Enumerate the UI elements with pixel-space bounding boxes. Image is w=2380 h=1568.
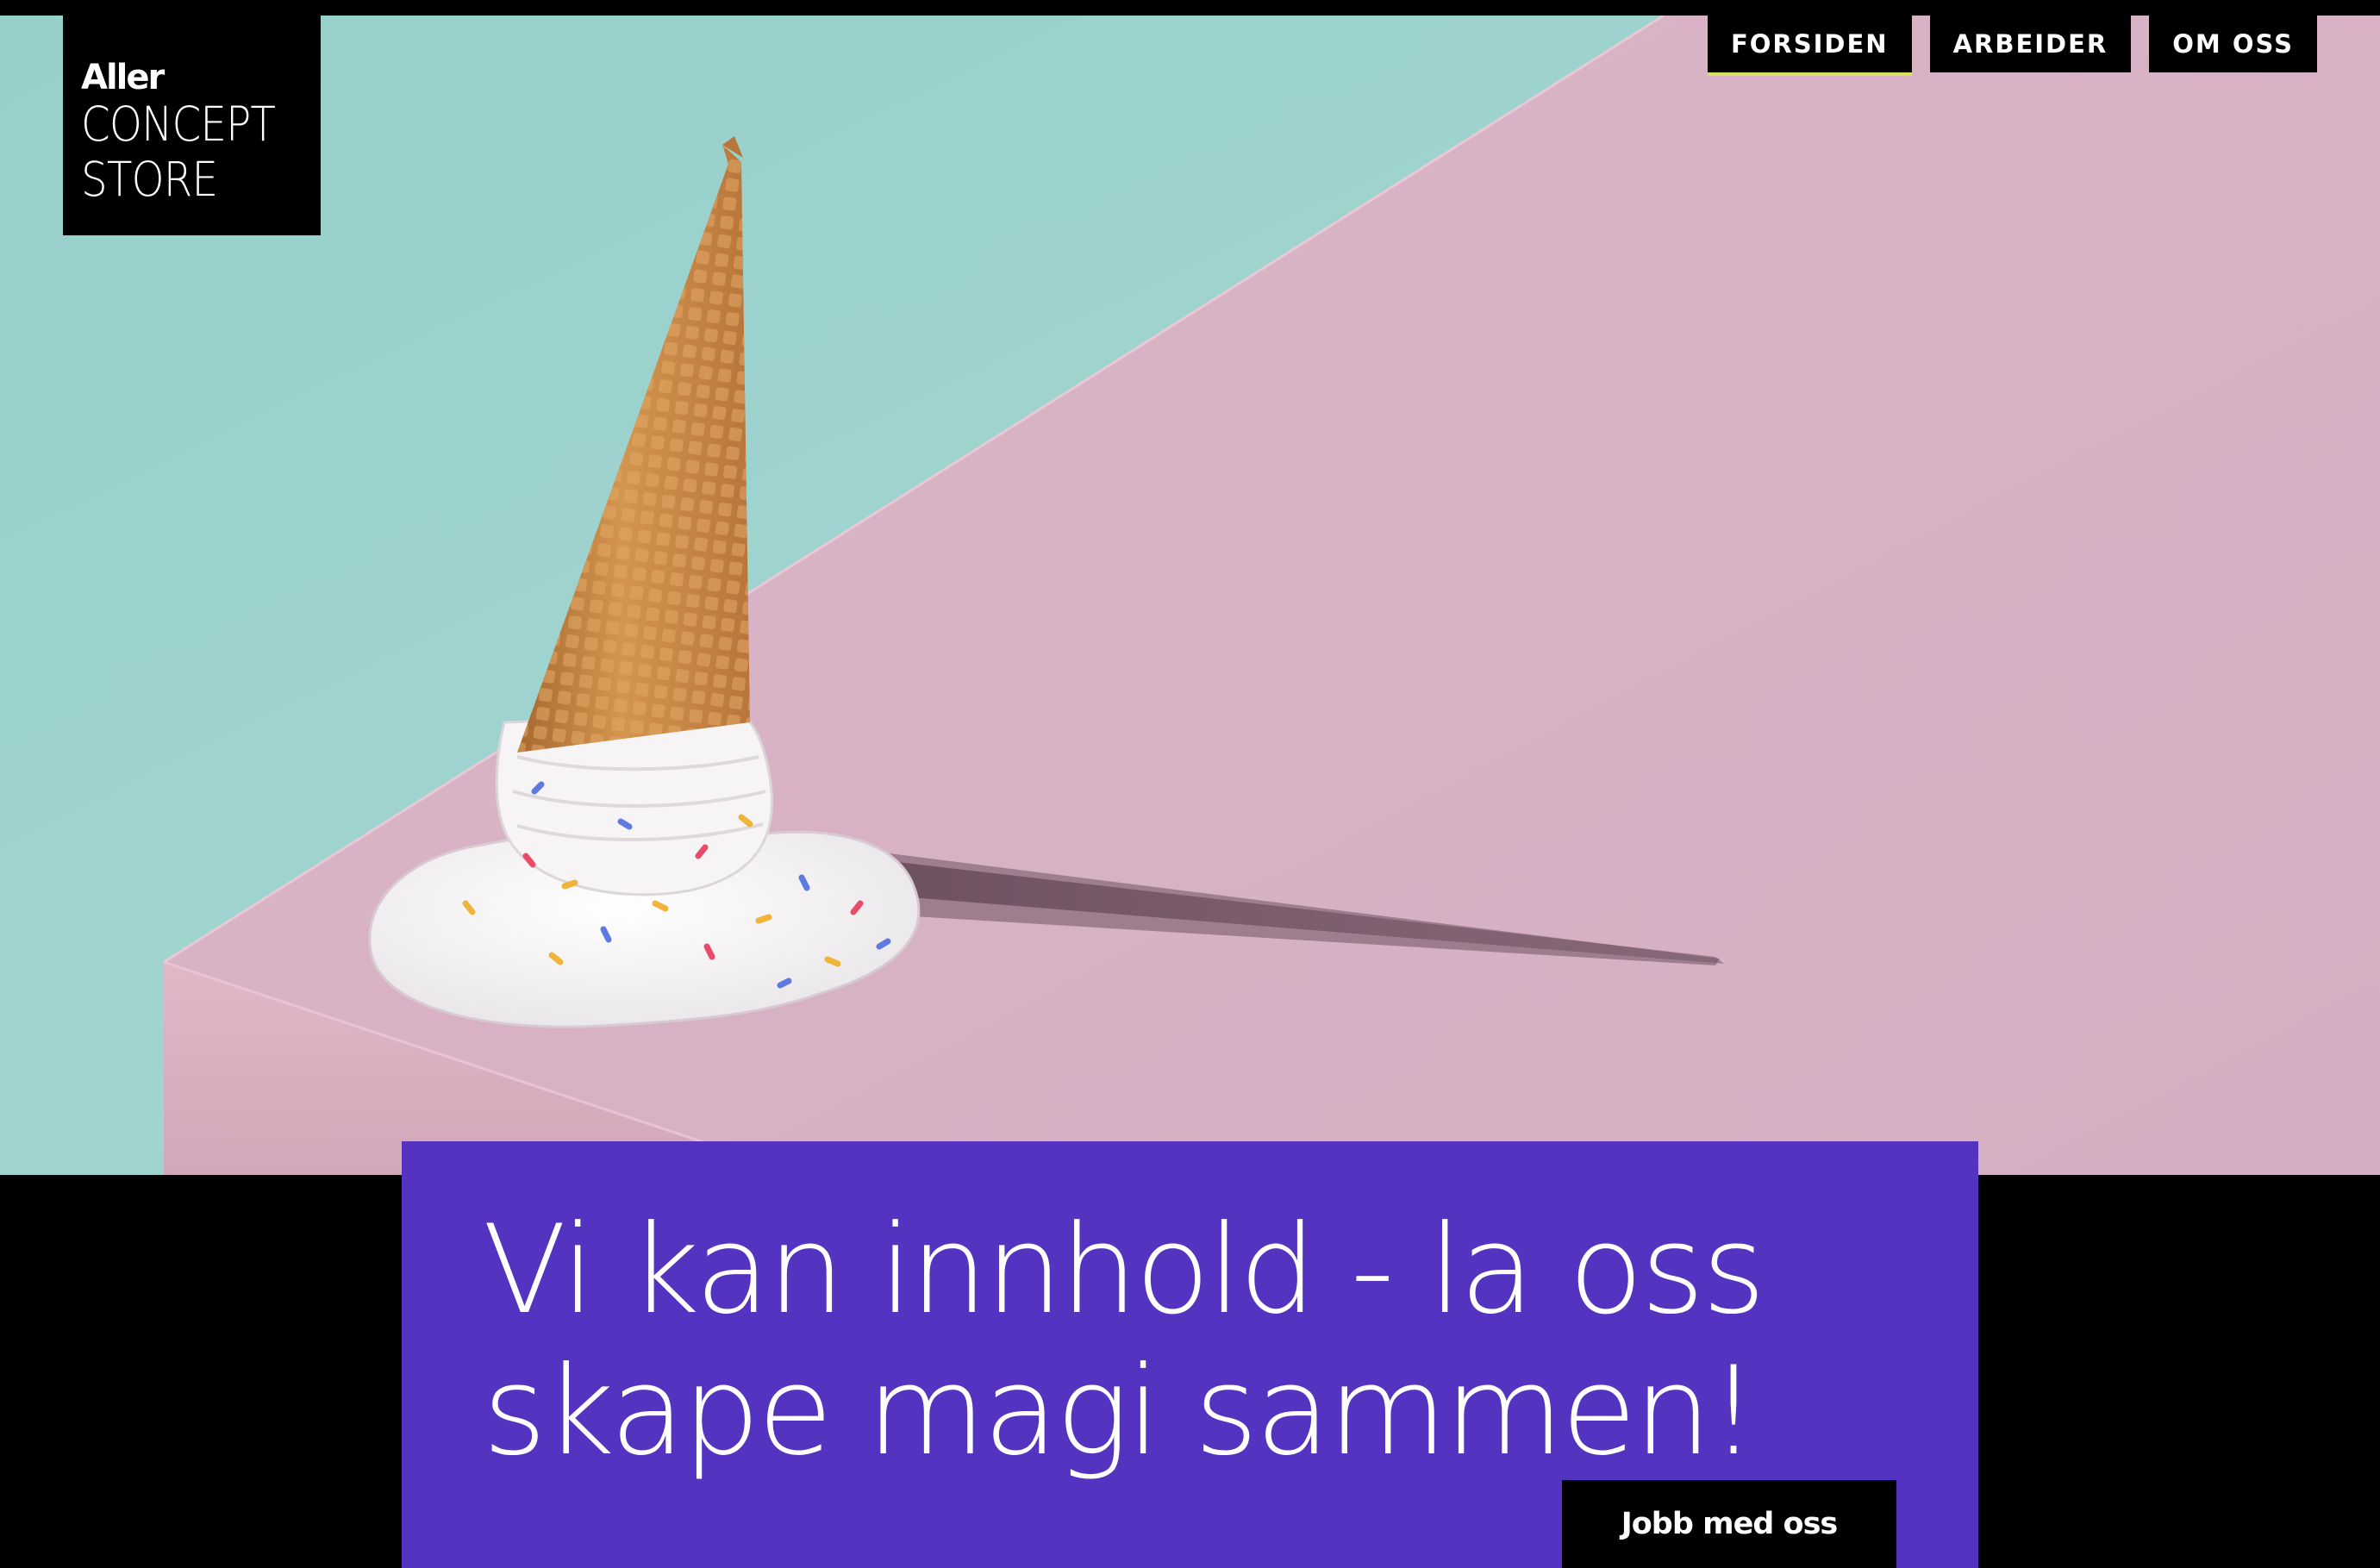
- hero-headline: Vi kan innhold - la oss skape magi samme…: [483, 1199, 1765, 1483]
- nav-item-arbeider[interactable]: ARBEIDER: [1929, 16, 2132, 72]
- main-nav: FORSIDEN ARBEIDER OM OSS: [1707, 16, 2317, 76]
- logo-line-store: STORE: [81, 152, 218, 207]
- ice-cream-illustration: [0, 16, 2380, 1175]
- work-with-us-button[interactable]: Jobb med oss: [1562, 1480, 1896, 1568]
- hero-headline-card: Vi kan innhold - la oss skape magi samme…: [402, 1141, 1978, 1568]
- logo-line-concept: CONCEPT: [81, 97, 276, 152]
- hero-image: [0, 16, 2380, 1175]
- headline-line-1: Vi kan innhold - la oss: [483, 1199, 1765, 1341]
- headline-line-2: skape magi sammen!: [483, 1340, 1758, 1483]
- nav-item-om-oss[interactable]: OM OSS: [2149, 16, 2317, 72]
- brand-logo[interactable]: Aller CONCEPT STORE: [63, 16, 321, 235]
- nav-item-forsiden[interactable]: FORSIDEN: [1707, 16, 1912, 76]
- logo-brand-name: Aller: [81, 58, 165, 97]
